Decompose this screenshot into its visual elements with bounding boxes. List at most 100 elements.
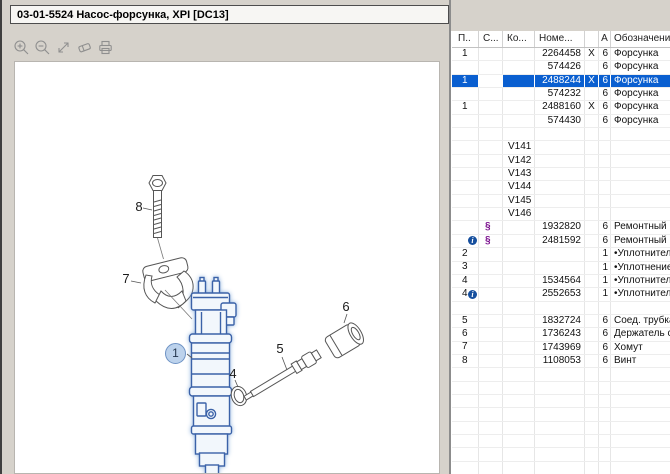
cell-position: 4i	[452, 288, 479, 300]
table-row[interactable]: 12488160X6Форсунка	[452, 101, 670, 114]
bolt-axis-line	[158, 238, 164, 259]
cell-qty: 6	[599, 221, 611, 233]
table-row[interactable]: 31•Уплотнение	[452, 262, 670, 275]
cell-partnumber	[535, 128, 585, 140]
cell-position: 8	[452, 355, 479, 367]
cell-code	[503, 435, 535, 447]
cell-partnumber	[535, 302, 585, 314]
cell-x-flag	[585, 195, 599, 207]
bolt-part-8[interactable]	[149, 176, 166, 238]
table-row[interactable]	[452, 382, 670, 395]
cell-position: i	[452, 235, 479, 247]
header-x-flag[interactable]	[585, 31, 599, 47]
pipe-part-5[interactable]	[242, 348, 322, 403]
table-row[interactable]	[452, 435, 670, 448]
cell-partnumber: 2552653	[535, 288, 585, 300]
diagram-canvas[interactable]: 1 4 5 6 7 8	[14, 61, 440, 474]
header-designation[interactable]: Обозначение	[611, 31, 670, 47]
table-row[interactable]: 5742326Форсунка	[452, 88, 670, 101]
cell-position: 3	[452, 262, 479, 274]
table-row[interactable]: 415345641•Уплотнительное	[452, 275, 670, 288]
cell-designation	[611, 408, 670, 420]
zoom-in-icon[interactable]	[13, 39, 30, 56]
cell-code	[503, 302, 535, 314]
cell-code	[503, 248, 535, 260]
table-row[interactable]: 21•Уплотнительное	[452, 248, 670, 261]
table-row[interactable]: 811080536Винт	[452, 355, 670, 368]
header-section[interactable]: С...	[479, 31, 503, 47]
table-row[interactable]: 518327246Соед. трубка выс	[452, 315, 670, 328]
cell-code	[503, 275, 535, 287]
table-row[interactable]: V142	[452, 155, 670, 168]
table-row[interactable]	[452, 395, 670, 408]
eraser-icon[interactable]	[76, 39, 93, 56]
cell-position: 5	[452, 315, 479, 327]
table-row[interactable]: 717439696Хомут	[452, 342, 670, 355]
table-row[interactable]	[452, 408, 670, 421]
table-row[interactable]: 5744306Форсунка	[452, 115, 670, 128]
cell-section	[479, 355, 503, 367]
table-row[interactable]: §19328206Ремонтный комп	[452, 221, 670, 234]
table-row[interactable]: V145	[452, 195, 670, 208]
cell-partnumber	[535, 262, 585, 274]
cell-qty	[599, 128, 611, 140]
clamp-part-7[interactable]	[142, 257, 193, 309]
table-row[interactable]	[452, 368, 670, 381]
table-row[interactable]: V141	[452, 141, 670, 154]
info-icon[interactable]: i	[468, 236, 477, 245]
table-row[interactable]	[452, 128, 670, 141]
table-row[interactable]	[452, 422, 670, 435]
cell-code	[503, 422, 535, 434]
cell-position	[452, 115, 479, 127]
callout-1-badge[interactable]: 1	[165, 343, 186, 364]
table-row[interactable]: 617362436Держатель соед	[452, 328, 670, 341]
cell-x-flag	[585, 422, 599, 434]
cell-partnumber	[535, 422, 585, 434]
parts-table: П.. С... Ко... Номе... A Обозначение 122…	[451, 31, 670, 474]
info-icon[interactable]: i	[468, 290, 477, 299]
cell-section	[479, 328, 503, 340]
cell-qty	[599, 155, 611, 167]
cell-x-flag	[585, 235, 599, 247]
cell-section	[479, 208, 503, 220]
table-row[interactable]: 12488244X6Форсунка	[452, 75, 670, 88]
table-row[interactable]: V143	[452, 168, 670, 181]
callout-6-label: 6	[339, 300, 353, 314]
sleeve-part-6[interactable]	[324, 320, 367, 359]
cell-x-flag	[585, 315, 599, 327]
cell-section	[479, 168, 503, 180]
print-icon[interactable]	[97, 39, 114, 56]
table-row[interactable]: 5744266Форсунка	[452, 61, 670, 74]
table-row[interactable]	[452, 448, 670, 461]
header-partnumber[interactable]: Номе...	[535, 31, 585, 47]
table-row[interactable]: 12264458X6Форсунка	[452, 48, 670, 61]
table-header: П.. С... Ко... Номе... A Обозначение	[452, 31, 670, 48]
cell-designation: Форсунка	[611, 88, 670, 100]
cell-section	[479, 435, 503, 447]
cell-position: 1	[452, 101, 479, 113]
cell-position: 1	[452, 75, 479, 87]
cell-qty: 1	[599, 248, 611, 260]
cell-qty	[599, 462, 611, 474]
cell-designation: Форсунка	[611, 75, 670, 87]
cell-code	[503, 48, 535, 60]
table-row[interactable]: V146	[452, 208, 670, 221]
header-qty[interactable]: A	[599, 31, 611, 47]
cell-section	[479, 141, 503, 153]
table-row[interactable]	[452, 462, 670, 474]
table-row[interactable]: i§24815926Ремонтный комп	[452, 235, 670, 248]
header-code[interactable]: Ко...	[503, 31, 535, 47]
table-row[interactable]: 4i25526531•Уплотнительное	[452, 288, 670, 301]
header-position[interactable]: П..	[452, 31, 479, 47]
cell-section	[479, 302, 503, 314]
cell-qty: 6	[599, 115, 611, 127]
cell-code	[503, 101, 535, 113]
cell-qty: 1	[599, 262, 611, 274]
cell-section	[479, 408, 503, 420]
fit-view-icon[interactable]	[55, 39, 72, 56]
cell-partnumber: 1534564	[535, 275, 585, 287]
zoom-out-icon[interactable]	[34, 39, 51, 56]
cell-designation	[611, 181, 670, 193]
table-row[interactable]: V144	[452, 181, 670, 194]
table-row[interactable]	[452, 302, 670, 315]
